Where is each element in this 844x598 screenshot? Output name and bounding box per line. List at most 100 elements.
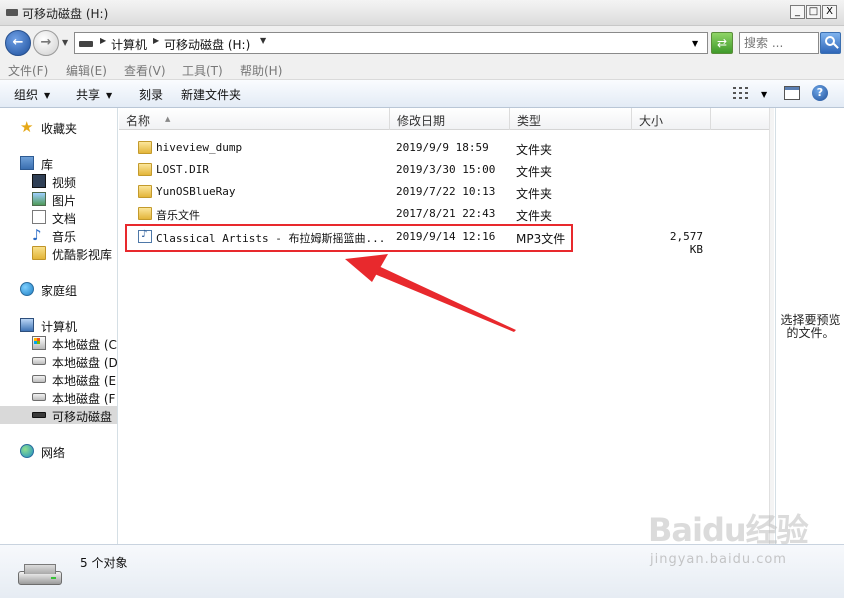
folder-icon [32,246,46,260]
folder-icon [138,185,152,198]
nav-libraries-label: 库 [41,158,54,172]
breadcrumb-separator-icon[interactable]: ▶ [153,36,159,45]
burn-button[interactable]: 刻录 [139,86,163,103]
homegroup-icon [20,282,34,296]
share-button[interactable]: 共享 ▼ [76,86,112,103]
nav-youku-library[interactable]: 优酷影视库 [0,244,117,262]
table-row[interactable]: hiveview_dump 2019/9/9 18:59 文件夹 [119,137,769,159]
breadcrumb-dropdown-icon[interactable]: ▼ [260,36,266,45]
preview-pane: 选择要预览的文件。 [775,108,844,544]
breadcrumb-removable-disk[interactable]: 可移动磁盘 (H:) [164,36,250,53]
breadcrumb-computer[interactable]: 计算机 [111,36,147,53]
watermark-url: jingyan.baidu.com [650,552,787,567]
file-type: 文件夹 [516,209,553,223]
nav-pictures[interactable]: 图片 [0,190,117,208]
menu-tools[interactable]: 工具(T) [182,62,223,79]
nav-drive-e[interactable]: 本地磁盘 (E [0,370,117,388]
nav-computer-label: 计算机 [41,320,78,334]
maximize-button[interactable]: □ [806,5,821,19]
view-details-icon[interactable] [733,87,749,99]
nav-network-label: 网络 [41,446,66,460]
search-input[interactable] [744,34,820,52]
removable-drive-icon [32,412,46,418]
star-icon: ★ [20,118,34,136]
refresh-button[interactable]: ⇄ [711,32,733,54]
menu-edit[interactable]: 编辑(E) [66,62,107,79]
command-bar: 组织 ▼ 共享 ▼ 刻录 新建文件夹 ▼ ? [0,80,844,108]
refresh-icon: ⇄ [716,36,728,50]
baidu-watermark: Baidu经验 jingyan.baidu.com [648,505,838,580]
close-button[interactable]: X [822,5,837,19]
nav-homegroup-label: 家庭组 [41,284,78,298]
nav-videos[interactable]: 视频 [0,172,117,190]
minimize-button[interactable]: _ [790,5,805,19]
nav-favorites[interactable]: ★ 收藏夹 [0,118,117,137]
nav-drive-f-label: 本地磁盘 (F [52,392,116,406]
search-icon-handle [833,43,839,49]
window-title: 可移动磁盘 (H:) [22,7,109,21]
organize-button[interactable]: 组织 ▼ [14,86,50,103]
back-button[interactable]: ← [5,30,31,56]
help-icon[interactable]: ? [812,85,828,101]
address-dropdown-icon[interactable]: ▼ [692,39,698,48]
menu-help[interactable]: 帮助(H) [240,62,282,79]
file-name: YunOSBlueRay [156,185,236,198]
file-name: LOST.DIR [156,163,209,176]
view-dropdown-icon[interactable]: ▼ [761,90,767,99]
drive-icon [79,41,93,47]
column-size[interactable]: 大小 [632,108,711,130]
hard-drive-icon [32,357,46,365]
nav-music[interactable]: ♪ 音乐 [0,226,117,245]
search-box[interactable] [739,32,820,54]
column-name[interactable]: 名称 ▲ [119,108,390,130]
table-row[interactable]: YunOSBlueRay 2019/7/22 10:13 文件夹 [119,181,769,203]
folder-icon [138,207,152,220]
nav-youku-label: 优酷影视库 [52,248,113,262]
system-drive-icon [32,336,46,350]
menu-file[interactable]: 文件(F) [8,62,48,79]
arrow-right-icon: → [40,35,52,50]
menu-view[interactable]: 查看(V) [124,62,166,79]
nav-drive-d[interactable]: 本地磁盘 (D [0,352,117,370]
address-bar[interactable]: ▶ 计算机 ▶ 可移动磁盘 (H:) ▼ [74,32,708,54]
video-icon [32,174,46,188]
chevron-down-icon: ▼ [106,91,113,100]
menu-bar: 文件(F) 编辑(E) 查看(V) 工具(T) 帮助(H) [0,60,844,80]
document-icon [32,210,46,224]
table-row[interactable]: LOST.DIR 2019/3/30 15:00 文件夹 [119,159,769,181]
nav-network[interactable]: 网络 [0,442,117,460]
organize-label: 组织 [14,88,39,102]
nav-homegroup[interactable]: 家庭组 [0,280,117,298]
search-button[interactable] [820,32,841,54]
title-bar: 可移动磁盘 (H:) _ □ X [0,0,844,26]
drive-icon [6,9,18,16]
file-date: 2019/9/9 18:59 [396,141,489,154]
history-dropdown-icon[interactable]: ▼ [62,38,68,47]
nav-drive-c[interactable]: 本地磁盘 (C [0,334,117,352]
forward-button[interactable]: → [33,30,59,56]
column-size-label: 大小 [639,114,664,128]
arrow-left-icon: ← [12,35,24,50]
nav-libraries[interactable]: 库 [0,154,117,172]
folder-icon [138,141,152,154]
nav-documents[interactable]: 文档 [0,208,117,226]
watermark-brand: Baidu经验 [648,511,809,549]
nav-drive-c-label: 本地磁盘 (C [52,338,117,352]
item-count: 5 个对象 [80,556,128,570]
table-row[interactable]: 音乐文件 2017/8/21 22:43 文件夹 [119,203,769,225]
hard-drive-icon [32,375,46,383]
vertical-scrollbar[interactable] [769,108,774,544]
nav-removable-disk[interactable]: 可移动磁盘 [0,406,117,424]
nav-drive-f[interactable]: 本地磁盘 (F [0,388,117,406]
nav-music-label: 音乐 [52,230,77,244]
file-list: 名称 ▲ 修改日期 类型 大小 hiveview_dump 2019/9/9 1… [119,108,774,544]
file-date: 2019/3/30 15:00 [396,163,496,176]
new-folder-button[interactable]: 新建文件夹 [181,86,241,103]
column-date[interactable]: 修改日期 [390,108,510,130]
breadcrumb-separator-icon[interactable]: ▶ [100,36,106,45]
nav-computer[interactable]: 计算机 [0,316,117,334]
music-note-icon: ♪ [32,226,42,244]
preview-pane-icon[interactable] [784,86,800,100]
file-type: 文件夹 [516,143,553,157]
column-type[interactable]: 类型 [510,108,632,130]
